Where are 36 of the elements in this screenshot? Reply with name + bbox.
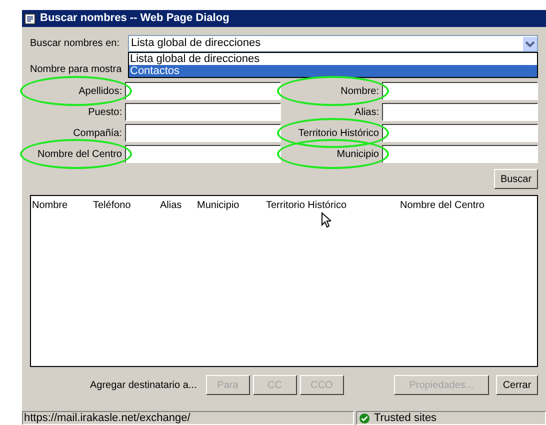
input-field[interactable] — [125, 145, 281, 163]
input-field[interactable] — [125, 124, 281, 142]
field-label: Nombre del Centro — [36, 148, 122, 162]
status-url: https://mail.irakasle.net/exchange/ — [22, 411, 354, 425]
close-button[interactable]: Cerrar — [496, 375, 538, 395]
column-header[interactable]: Teléfono — [93, 198, 160, 213]
field-label: Compañía: — [72, 126, 122, 140]
field-label: Apellidos: — [78, 84, 122, 98]
chevron-down-icon — [523, 36, 537, 50]
dropdown-option[interactable]: Contactos — [129, 65, 537, 77]
column-header[interactable]: Alias — [160, 198, 197, 213]
column-header[interactable]: Nombre — [32, 198, 93, 213]
field-label: Municipio — [336, 148, 379, 162]
mouse-cursor-icon — [321, 212, 331, 228]
check-icon — [359, 412, 370, 424]
display-name-label: Nombre para mostra — [30, 63, 123, 77]
field-label: Territorio Histórico — [297, 126, 379, 140]
input-field[interactable] — [125, 82, 281, 100]
security-zone: Trusted sites — [374, 412, 437, 424]
input-field[interactable] — [382, 145, 538, 163]
field-label: Nombre: — [340, 84, 379, 98]
input-field[interactable] — [382, 103, 538, 121]
window-title: Buscar nombres -- Web Page Dialog — [40, 11, 230, 26]
search-button[interactable]: Buscar — [494, 169, 538, 189]
field-label: Puesto: — [87, 106, 122, 120]
dropdown-option[interactable]: Lista global de direcciones — [129, 53, 537, 65]
field-label: Alias: — [354, 106, 379, 120]
search-in-label: Buscar nombres en: — [30, 37, 120, 51]
column-header[interactable]: Municipio — [197, 198, 266, 213]
add-recipient-label: Agregar destinatario a... — [90, 378, 197, 392]
input-field[interactable] — [125, 103, 281, 121]
input-field[interactable] — [382, 82, 538, 100]
column-header[interactable]: Nombre del Centro — [400, 198, 510, 213]
input-field[interactable] — [382, 124, 538, 142]
column-header[interactable]: Territorio Histórico — [266, 198, 400, 213]
address-book-dropdown[interactable]: Lista global de direcciones — [128, 35, 538, 52]
